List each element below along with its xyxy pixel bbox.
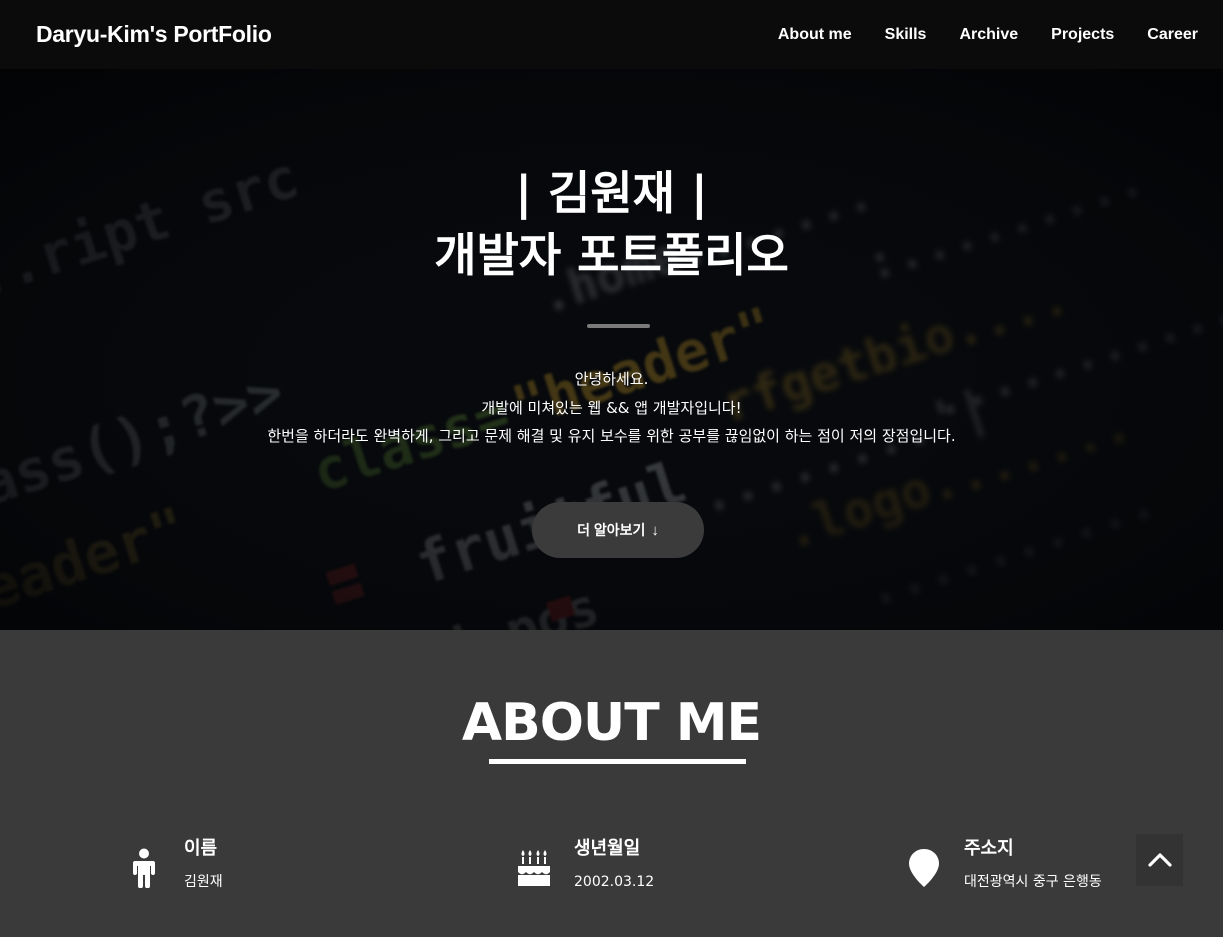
about-title-underline (489, 759, 746, 764)
nav-links: About me Skills Archive Projects Career (745, 26, 1198, 44)
person-icon (126, 846, 162, 890)
navbar: Daryu-Kim's PortFolio About me Skills Ar… (0, 0, 1223, 69)
info-meta: 주소지 대전광역시 중구 은행동 (964, 836, 1102, 892)
brand-logo[interactable]: Daryu-Kim's PortFolio (36, 21, 272, 48)
info-address: 주소지 대전광역시 중구 은행동 (906, 836, 1102, 892)
hero-title-name: | 김원재 | (515, 166, 708, 220)
info-meta: 이름 김원재 (184, 836, 223, 892)
hero-intro-text: 안녕하세요. 개발에 미쳐있는 웹 && 앱 개발자입니다! 한번을 하더라도 … (0, 365, 1223, 451)
learn-more-button[interactable]: 더 알아보기 ↓ (532, 502, 704, 558)
info-value: 김원재 (184, 874, 223, 890)
info-value: 대전광역시 중구 은행동 (964, 874, 1102, 890)
nav-link-projects[interactable]: Projects (1051, 26, 1114, 44)
birthday-cake-icon (516, 846, 552, 890)
info-label: 생년월일 (574, 838, 641, 859)
nav-link-skills[interactable]: Skills (885, 26, 927, 44)
hero-intro-line: 개발에 미쳐있는 웹 && 앱 개발자입니다! (481, 398, 742, 417)
info-label: 주소지 (964, 838, 1014, 859)
hero-content: | 김원재 | 개발자 포트폴리오 안녕하세요. 개발에 미쳐있는 웹 && 앱… (0, 69, 1223, 630)
hero-intro-line: 한번을 하더라도 완벽하게, 그리고 문제 해결 및 유지 보수를 위한 공부를… (267, 427, 956, 445)
map-marker-icon (906, 846, 942, 890)
hero-title-subtitle: 개발자 포트폴리오 (434, 228, 789, 282)
nav-link-about-me[interactable]: About me (778, 26, 852, 44)
info-value: 2002.03.12 (574, 874, 655, 890)
hero-divider (587, 324, 650, 328)
info-meta: 생년월일 2002.03.12 (574, 836, 654, 892)
nav-link-archive[interactable]: Archive (959, 26, 1018, 44)
chevron-up-icon (1147, 853, 1172, 867)
info-label: 이름 (184, 838, 218, 859)
info-birthday: 생년월일 2002.03.12 (516, 836, 654, 892)
nav-link-career[interactable]: Career (1147, 26, 1198, 44)
hero-section: aw..ript src ass();?>> eader" ions class… (0, 69, 1223, 630)
hero-intro-line: 안녕하세요. (574, 370, 649, 388)
learn-more-label: 더 알아보기 (577, 522, 646, 538)
arrow-down-icon: ↓ (651, 521, 659, 539)
about-title: ABOUT ME (461, 693, 762, 753)
scroll-to-top-button[interactable] (1136, 834, 1183, 886)
info-name: 이름 김원재 (126, 836, 223, 892)
about-section: ABOUT ME 이름 김원재 생년월일 2002.03.12 주소지 대전광역… (0, 630, 1223, 937)
